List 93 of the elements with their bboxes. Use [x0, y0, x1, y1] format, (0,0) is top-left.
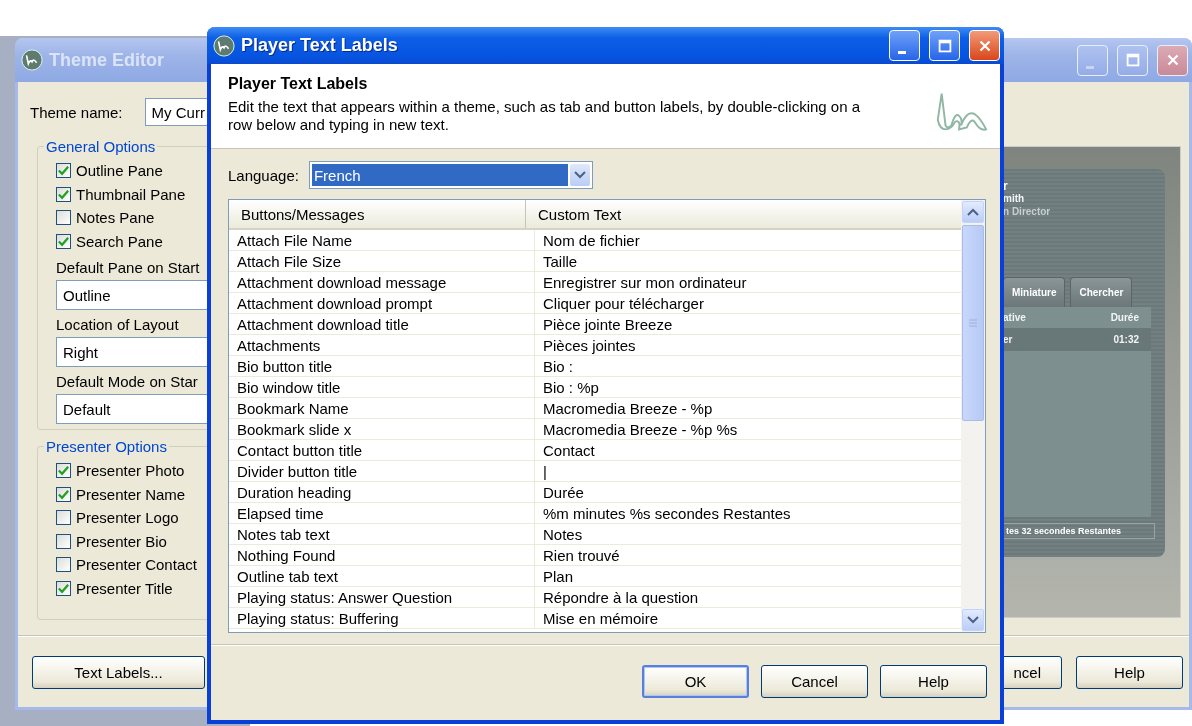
presenter-heading: r [1003, 179, 1009, 193]
checkbox-label: Thumbnail Pane [76, 185, 186, 203]
table-cell-text: Pièce jointe Breeze [542, 314, 674, 334]
dialog-button[interactable]: Help [880, 665, 987, 698]
dialog-description: Edit the text that appears within a theme, such as tab and button labels, by double-clicking on a row below and typing in new text. [228, 98, 862, 134]
theme-name-label: Theme name: [30, 103, 123, 121]
minimize-icon [1085, 65, 1094, 69]
presenter-name: mith [1003, 193, 1026, 204]
column-heading: Durée [1110, 312, 1139, 323]
app-icon [21, 49, 43, 71]
checkbox[interactable] [56, 557, 71, 573]
table-cell: Elapsed time [229, 503, 535, 523]
table-cell-text: %m minutes %s secondes Restantes [542, 503, 792, 523]
table-cell-text: Plan [542, 566, 575, 586]
player-tab[interactable]: Miniature [1003, 277, 1066, 307]
language-dropdown[interactable]: French [308, 161, 593, 189]
table-cell-text: Cliquer pour télécharger [542, 293, 705, 313]
checkbox[interactable] [56, 486, 71, 502]
table-cell: Attachment download title [229, 314, 535, 334]
checkbox[interactable] [56, 463, 71, 479]
table-cell-text: Durée [542, 482, 585, 502]
column-header[interactable]: Buttons/Messages [229, 200, 526, 228]
table-cell: Nothing Found [229, 545, 535, 565]
table-cell-text: Répondre à la question [542, 587, 700, 607]
table-cell-text: Macromedia Breeze - %p %s [542, 419, 739, 439]
checkbox[interactable] [56, 510, 71, 526]
grip-icon [969, 319, 977, 327]
table-cell: Bookmark Name [229, 398, 535, 418]
table-cell: Playing status: Buffering [229, 608, 535, 628]
table-cell-text: Contact [542, 440, 596, 460]
checkbox[interactable] [56, 533, 71, 549]
checkbox-label: Presenter Title [76, 579, 173, 597]
checkbox-label: Presenter Logo [76, 509, 179, 527]
table-cell-text: Mise en mémoire [542, 608, 660, 628]
time-remaining: tes 32 secondes Restantes [1003, 523, 1155, 539]
table-cell: Attach File Size [229, 251, 535, 271]
checkbox[interactable] [56, 186, 71, 202]
table-cell: Attachment download message [229, 272, 535, 292]
table-cell-text: Macromedia Breeze - %p [542, 398, 714, 418]
help-button[interactable]: Help [1076, 655, 1183, 689]
field-label: Location of Layout [56, 316, 180, 333]
checkbox-label: Presenter Name [76, 485, 186, 503]
table-cell: Divider button title [229, 461, 535, 481]
checkbox[interactable] [56, 580, 71, 596]
table-cell: Duration heading [229, 482, 535, 502]
table-cell: Outline tab text [229, 566, 535, 586]
table-cell: Contact button title [229, 440, 535, 460]
table-cell-text: Enregistrer sur mon ordinateur [542, 272, 748, 292]
table-cell: Bookmark slide x [229, 419, 535, 439]
group-title: Presenter Options [45, 438, 168, 455]
scroll-thumb[interactable] [962, 225, 984, 421]
table-cell-text: Bio : %p [542, 377, 600, 397]
dialog-button[interactable]: OK [642, 665, 749, 698]
table-cell: Attach File Name [229, 230, 535, 250]
checkbox[interactable] [56, 163, 71, 179]
checkbox-label: Presenter Photo [76, 462, 185, 480]
checkbox-label: Search Pane [76, 232, 163, 250]
presenter-title: n Director [1003, 206, 1052, 217]
table-cell: Bio window title [229, 377, 535, 397]
table-cell-text: | [542, 461, 548, 481]
column-header[interactable]: Custom Text [526, 200, 961, 228]
field-label: Default Pane on Start [56, 259, 201, 276]
checkbox[interactable] [56, 233, 71, 249]
table-cell: Attachment download prompt [229, 293, 535, 313]
group-title: General Options [45, 138, 157, 155]
table-cell-text: Notes [542, 524, 584, 544]
table-cell-text: Bio : [542, 356, 574, 376]
minimize-icon [897, 51, 906, 54]
scroll-up-button[interactable] [962, 201, 984, 223]
table-cell-text: Taille [542, 251, 579, 271]
window-title: Player Text Labels [241, 35, 398, 56]
app-icon [213, 34, 235, 57]
table-cell: Notes tab text [229, 524, 535, 544]
table-cell-text: Rien trouvé [542, 545, 621, 565]
scroll-down-button[interactable] [962, 609, 984, 631]
player-tab[interactable]: Chercher [1070, 277, 1133, 307]
checkbox-label: Notes Pane [76, 209, 155, 227]
window-title: Theme Editor [49, 49, 164, 71]
table-cell: Playing status: Answer Question [229, 587, 535, 607]
language-label: Language: [228, 166, 299, 184]
table-cell: Attachments [229, 335, 535, 355]
column-heading: ative [1003, 312, 1026, 323]
table-cell: Bio button title [229, 356, 535, 376]
checkbox-label: Presenter Contact [76, 556, 197, 574]
table-cell-text: Nom de fichier [542, 230, 641, 250]
checkbox-label: Outline Pane [76, 162, 163, 180]
dialog-heading: Player Text Labels [228, 75, 369, 93]
table-cell-text: Pièces jointes [542, 335, 637, 355]
text-labels-button[interactable]: Text Labels... [32, 655, 205, 689]
field-label: Default Mode on Star [56, 373, 199, 390]
dialog-button[interactable]: Cancel [761, 665, 868, 698]
checkbox-label: Presenter Bio [76, 532, 167, 550]
checkbox[interactable] [56, 210, 71, 226]
